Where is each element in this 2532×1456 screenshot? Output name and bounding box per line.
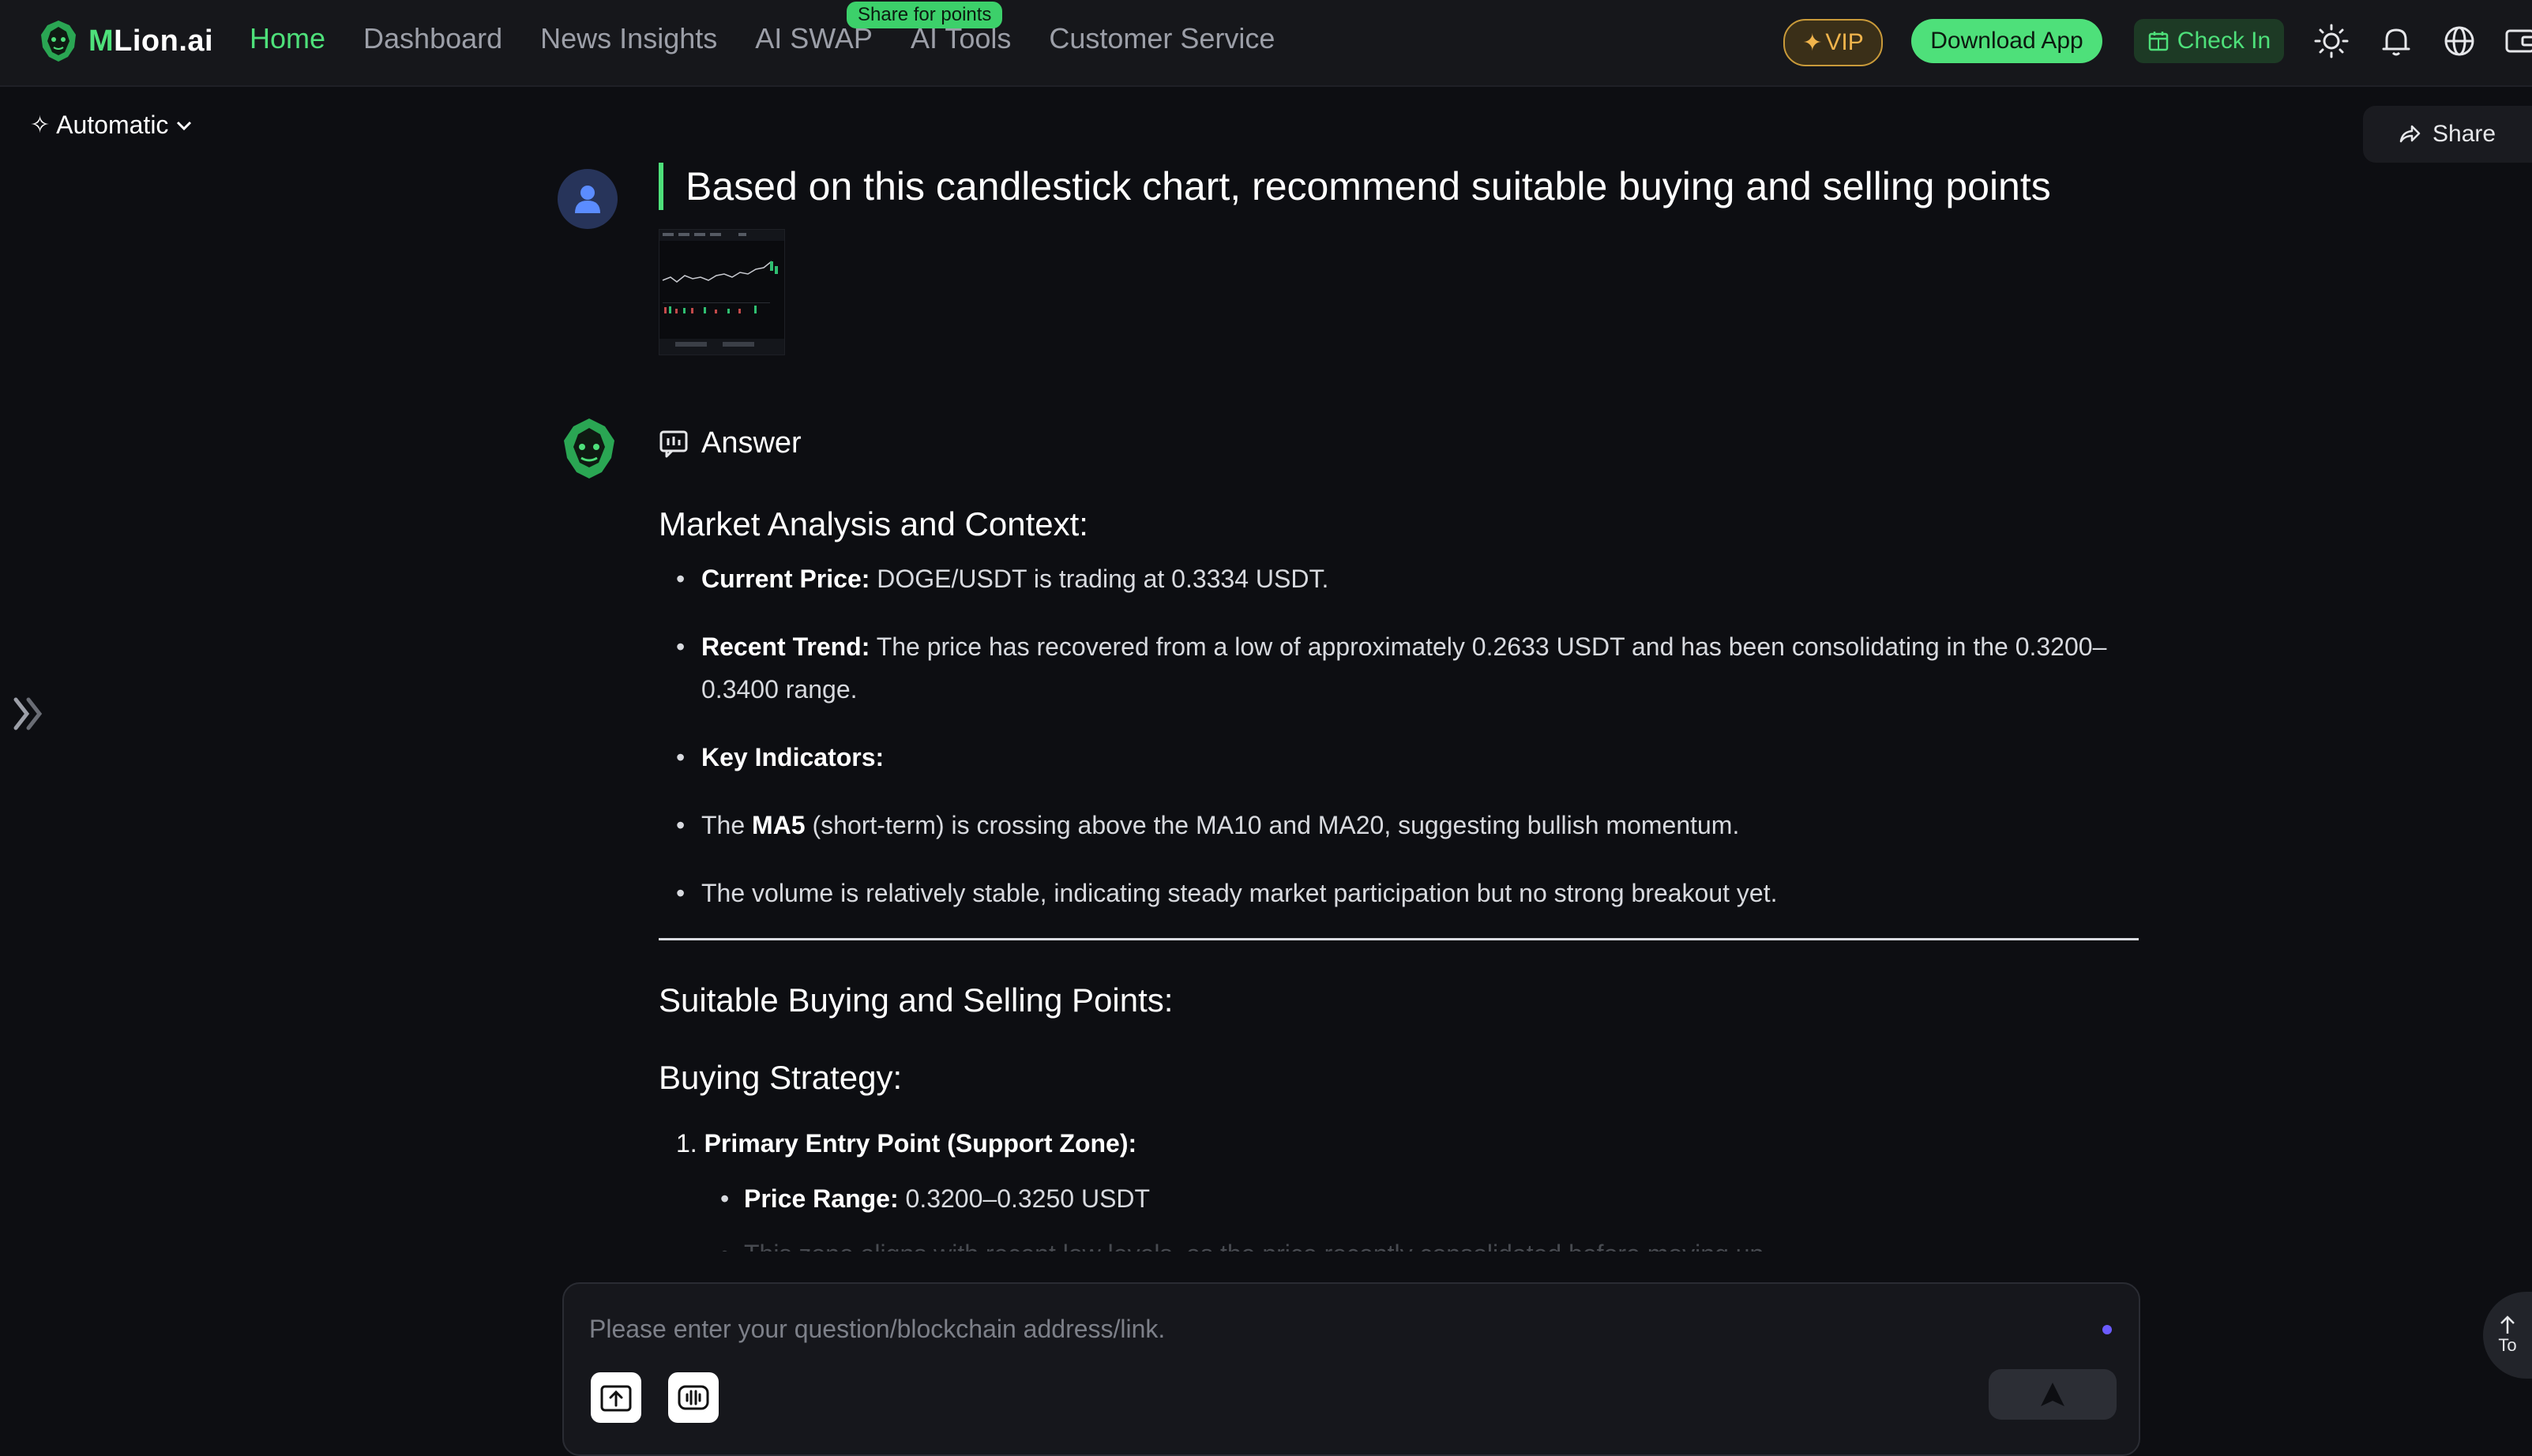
- answer-header: Answer: [659, 426, 802, 460]
- candlestick-chart-thumbnail[interactable]: [659, 229, 785, 355]
- send-arrow-icon: [2041, 1383, 2064, 1406]
- nav-customer-service[interactable]: Customer Service: [1049, 22, 1275, 55]
- nav-news-insights[interactable]: News Insights: [540, 22, 717, 55]
- voice-input-button[interactable]: [668, 1372, 719, 1423]
- section-heading: Buying Strategy:: [659, 1059, 903, 1096]
- send-button[interactable]: [1989, 1369, 2117, 1420]
- question-input[interactable]: [588, 1306, 2012, 1352]
- answer-content: Market Analysis and Context: Current Pri…: [659, 496, 2139, 1251]
- mlion-assistant-avatar: [564, 418, 614, 478]
- sparkle-icon: ✧: [30, 112, 51, 138]
- section-heading: Suitable Buying and Selling Points:: [659, 981, 1174, 1019]
- expand-sidebar-icon[interactable]: [11, 692, 46, 736]
- list-item: Current Price: DOGE/USDT is trading at 0…: [676, 557, 2139, 600]
- share-for-points-badge[interactable]: Share for points: [847, 2, 1003, 28]
- language-globe-icon[interactable]: [2442, 24, 2477, 58]
- wallet-icon[interactable]: [2504, 24, 2532, 58]
- arrow-up-icon: [2500, 1315, 2515, 1334]
- user-question: Based on this candlestick chart, recomme…: [659, 163, 2051, 210]
- answer-chat-icon: [659, 430, 688, 457]
- user-icon: [575, 186, 600, 213]
- model-selector[interactable]: ✧ Automatic: [30, 111, 193, 140]
- list-item: The volume is relatively stable, indicat…: [676, 872, 2139, 914]
- list-item: This zone aligns with recent low levels,…: [659, 1233, 2139, 1251]
- list-item: Price Range: 0.3200–0.3250 USDT: [659, 1177, 2139, 1220]
- sparkle-icon: ✦: [1802, 29, 1823, 56]
- download-app-button[interactable]: Download App: [1911, 19, 2102, 63]
- share-button[interactable]: Share: [2363, 106, 2532, 163]
- chevron-down-icon: [177, 121, 192, 130]
- notification-bell-icon[interactable]: [2379, 24, 2414, 58]
- section-heading: Market Analysis and Context:: [659, 505, 1088, 542]
- brand-name: MLion.ai: [88, 24, 214, 58]
- share-arrow-icon: [2399, 125, 2421, 143]
- ordered-list-item: 1. Primary Entry Point (Support Zone):: [676, 1129, 1137, 1158]
- list-item: Key Indicators:: [676, 736, 2139, 779]
- user-avatar: [558, 169, 618, 229]
- chart-thumbnail-image: [659, 230, 784, 355]
- chat-input-box: [562, 1282, 2140, 1456]
- lion-logo-icon: [41, 21, 76, 62]
- list-item: The MA5 (short-term) is crossing above t…: [676, 804, 2139, 846]
- audio-wave-icon: [678, 1385, 709, 1410]
- upload-file-button[interactable]: [591, 1372, 641, 1423]
- upload-icon: [600, 1385, 632, 1412]
- theme-sun-icon[interactable]: [2314, 24, 2349, 58]
- vip-button[interactable]: ✦ VIP: [1783, 19, 1883, 66]
- check-in-button[interactable]: Check In: [2134, 19, 2284, 63]
- scroll-to-top-button[interactable]: To: [2483, 1292, 2532, 1379]
- main-nav: Home Dashboard News Insights AI SWAP AI …: [250, 22, 1313, 55]
- calendar-icon: [2148, 32, 2169, 51]
- nav-dashboard[interactable]: Dashboard: [363, 22, 502, 55]
- divider: [659, 938, 2139, 940]
- brand-logo[interactable]: MLion.ai: [38, 19, 213, 63]
- status-dot: [2102, 1325, 2112, 1334]
- nav-home[interactable]: Home: [250, 22, 325, 55]
- top-navigation-bar: MLion.ai Home Dashboard News Insights AI…: [0, 0, 2532, 87]
- list-item: Recent Trend: The price has recovered fr…: [676, 625, 2139, 711]
- analysis-list: Current Price: DOGE/USDT is trading at 0…: [659, 557, 2139, 914]
